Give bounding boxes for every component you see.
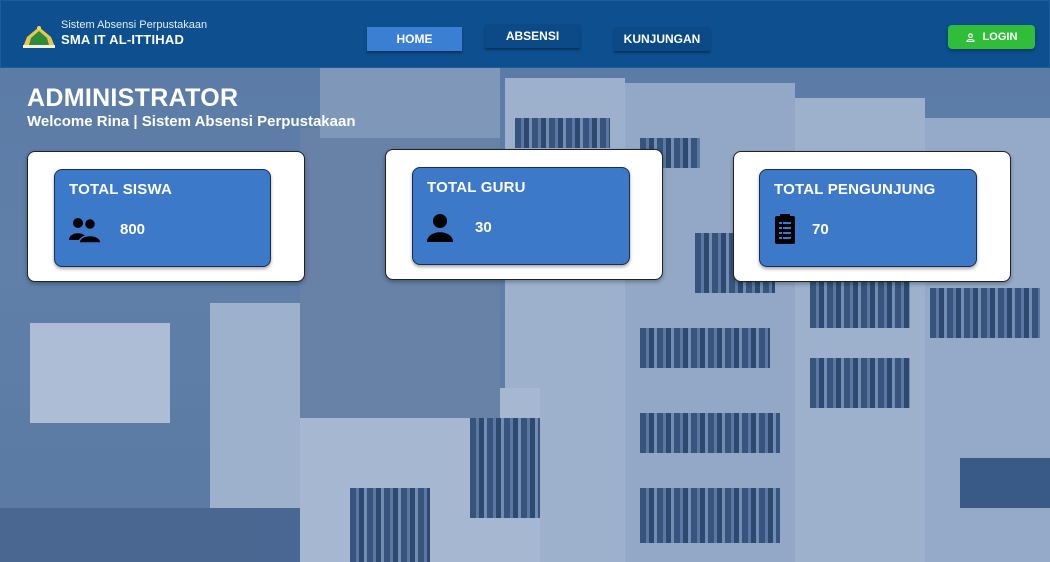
- users-group-icon: [69, 217, 102, 244]
- user-icon: [965, 32, 975, 42]
- stat-label: TOTAL PENGUNJUNG: [774, 181, 936, 198]
- welcome-text: Welcome Rina | Sistem Absensi Perpustaka…: [27, 113, 356, 130]
- stat-label: TOTAL GURU: [427, 179, 526, 196]
- stat-card-pengunjung: TOTAL PENGUNJUNG 70: [733, 151, 1011, 282]
- nav-kunjungan-button[interactable]: KUNJUNGAN: [614, 27, 710, 51]
- background-library-image: [0, 68, 1050, 562]
- user-icon: [427, 214, 453, 242]
- nav-absensi-button[interactable]: ABSENSI: [485, 24, 580, 48]
- school-logo-icon: [23, 26, 55, 48]
- page-title: ADMINISTRATOR: [27, 84, 239, 112]
- brand-subtitle: Sistem Absensi Perpustakaan: [61, 19, 208, 31]
- top-navbar: Sistem Absensi Perpustakaan SMA IT AL-IT…: [0, 0, 1050, 68]
- stat-value: 800: [120, 221, 146, 238]
- stat-card-guru: TOTAL GURU 30: [385, 149, 663, 280]
- clipboard-list-icon: [775, 214, 795, 244]
- stat-label: TOTAL SISWA: [69, 181, 173, 198]
- nav-home-button[interactable]: HOME: [367, 27, 462, 51]
- stat-card-siswa: TOTAL SISWA 800: [27, 151, 305, 282]
- stat-value: 70: [812, 221, 829, 238]
- brand-title: SMA IT AL-ITTIHAD: [61, 32, 185, 47]
- stat-value: 30: [475, 219, 492, 236]
- login-button[interactable]: LOGIN: [948, 25, 1035, 49]
- login-label: LOGIN: [982, 31, 1018, 43]
